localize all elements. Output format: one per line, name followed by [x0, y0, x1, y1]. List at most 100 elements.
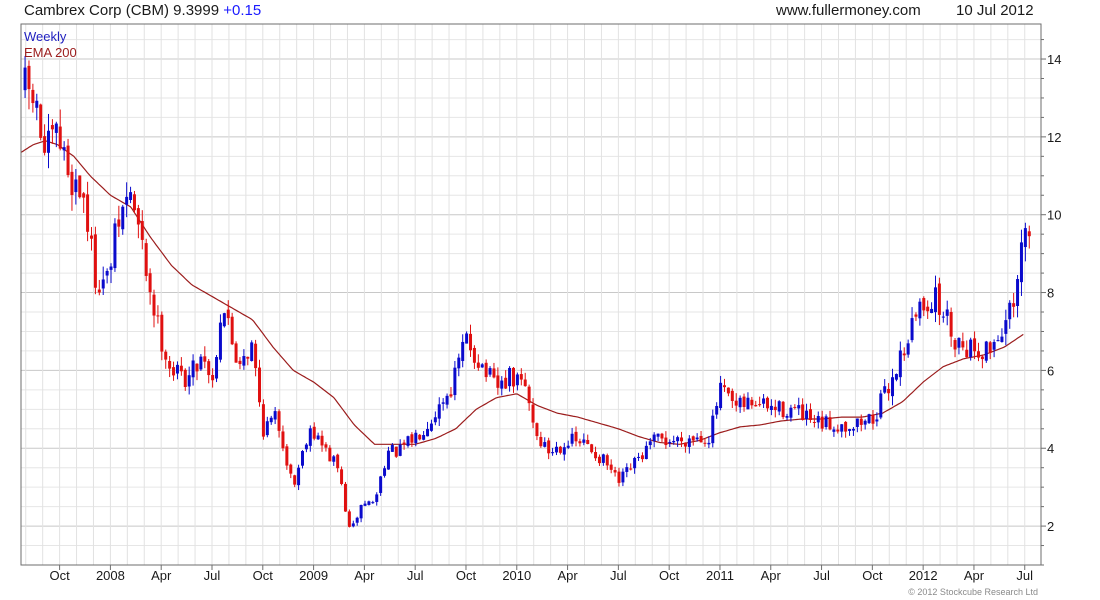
- candle-body: [394, 446, 398, 457]
- candle-body: [164, 351, 168, 360]
- candle-body: [945, 309, 949, 316]
- candle-body: [566, 445, 570, 448]
- x-tick-label: Jul: [610, 568, 627, 583]
- candle: [906, 339, 910, 358]
- candle: [808, 403, 812, 423]
- candle: [941, 311, 945, 323]
- candle: [527, 384, 531, 411]
- x-tick-label: Jul: [1016, 568, 1033, 583]
- candle-body: [812, 421, 816, 423]
- candle: [469, 324, 473, 357]
- x-tick-label: Apr: [151, 568, 172, 583]
- candle: [246, 356, 250, 366]
- candle: [609, 459, 613, 474]
- grid-lines: [21, 24, 1041, 566]
- candle: [594, 446, 598, 461]
- candle-body: [957, 337, 961, 348]
- candle: [113, 218, 117, 272]
- candle: [715, 402, 719, 419]
- candle: [132, 190, 136, 214]
- candle: [930, 302, 934, 314]
- candle-body: [902, 353, 906, 356]
- candle: [1016, 275, 1020, 318]
- candle-body: [816, 416, 820, 423]
- candle-body: [465, 333, 469, 344]
- candle: [812, 414, 816, 428]
- candle-body: [1016, 279, 1020, 306]
- candle-body: [78, 175, 82, 198]
- candle: [496, 367, 500, 395]
- candle-body: [683, 442, 687, 447]
- candle: [574, 426, 578, 447]
- candle-body: [1012, 303, 1016, 307]
- candle-body: [875, 419, 879, 422]
- candle-body: [898, 350, 902, 378]
- candle-body: [410, 434, 414, 443]
- candle-body: [308, 428, 312, 446]
- candle-body: [187, 375, 191, 387]
- candle-body: [179, 365, 183, 372]
- candle-body: [445, 395, 449, 405]
- candle-body: [609, 464, 613, 470]
- candle-body: [70, 171, 74, 196]
- candle: [867, 413, 871, 424]
- candle-body: [461, 341, 465, 362]
- candle-body: [47, 130, 51, 153]
- plot-frame: [20, 23, 1042, 566]
- candle-body: [132, 194, 136, 211]
- candle: [242, 349, 246, 370]
- candle: [816, 411, 820, 429]
- candle: [730, 388, 734, 409]
- candle-body: [562, 447, 566, 455]
- candle: [121, 204, 125, 235]
- candle: [230, 312, 234, 346]
- x-tick-label: Apr: [964, 568, 985, 583]
- candle-body: [472, 347, 476, 363]
- candle-body: [336, 454, 340, 469]
- candle-body: [1008, 302, 1012, 320]
- candle-body: [136, 208, 140, 225]
- candle: [613, 466, 617, 477]
- candle: [554, 441, 558, 456]
- candle-body: [715, 405, 719, 415]
- candle: [621, 468, 625, 487]
- candle-body: [156, 315, 160, 317]
- candle: [343, 481, 347, 512]
- candle: [261, 399, 265, 440]
- candle-body: [676, 437, 680, 442]
- candle: [172, 361, 176, 381]
- candle-body: [469, 333, 473, 351]
- candle: [590, 443, 594, 454]
- legend-item: Weekly: [24, 29, 67, 44]
- candle: [726, 387, 730, 397]
- candle-body: [672, 440, 676, 443]
- candle: [660, 432, 664, 442]
- candle: [535, 422, 539, 441]
- candle: [426, 421, 430, 437]
- candle: [340, 466, 344, 486]
- candle-body: [175, 364, 179, 374]
- candle-body: [183, 369, 187, 388]
- candle-body: [97, 289, 101, 293]
- candle-body: [703, 442, 707, 444]
- candle: [258, 359, 262, 407]
- candle-body: [582, 439, 586, 443]
- candle-body: [644, 445, 648, 460]
- candle-body: [680, 437, 684, 442]
- candle-body: [621, 471, 625, 483]
- candle: [597, 454, 601, 466]
- candle-body: [597, 456, 601, 464]
- candle: [398, 439, 402, 457]
- candle-body: [58, 126, 62, 149]
- candle-body: [691, 436, 695, 441]
- candle: [992, 339, 996, 358]
- candle-body: [277, 411, 281, 431]
- candle-body: [172, 367, 176, 376]
- x-tick-label: Oct: [862, 568, 883, 583]
- candle-body: [664, 437, 668, 446]
- candle-body: [355, 517, 359, 523]
- candle-body: [422, 435, 426, 440]
- candle-body: [312, 426, 316, 439]
- candle: [504, 370, 508, 390]
- candle-body: [769, 405, 773, 410]
